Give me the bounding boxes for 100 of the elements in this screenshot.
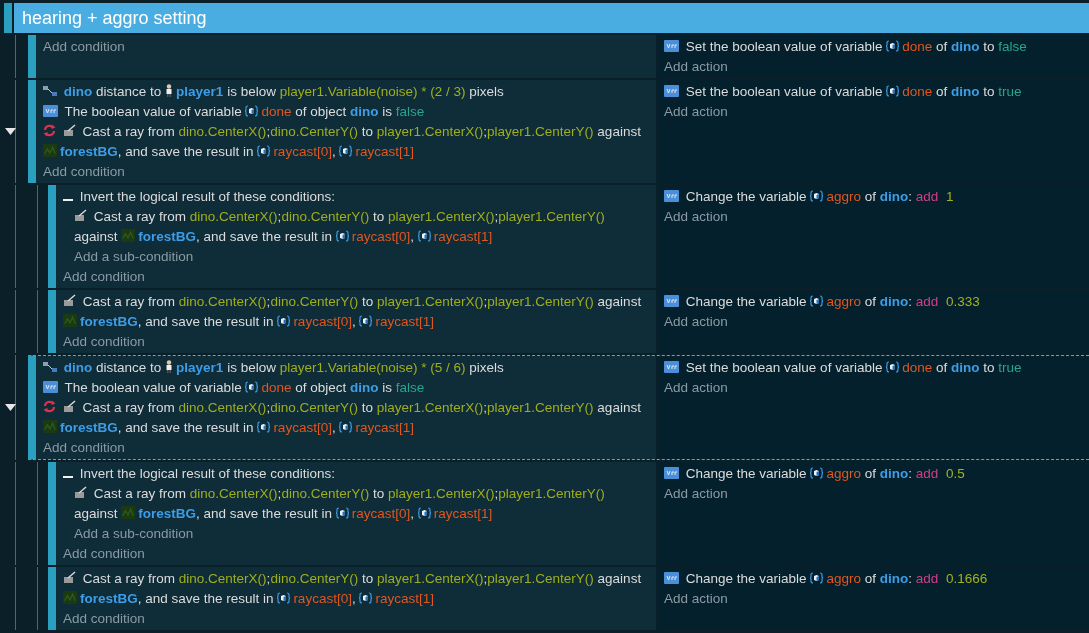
expression[interactable]: player1.CenterY() [487,571,594,586]
variable-icon [245,381,259,393]
variable-name[interactable]: raycast[0] [273,144,332,159]
value-text[interactable]: false [998,39,1027,54]
variable-name[interactable]: done [902,39,933,54]
expression[interactable]: dino.CenterX() [178,124,267,139]
expression[interactable]: dino.CenterY() [281,486,370,501]
expression[interactable]: player1.CenterY() [487,400,594,415]
variable-name[interactable]: raycast[0] [293,591,352,606]
expression[interactable]: dino.CenterX() [178,571,267,586]
variable-name[interactable]: raycast[0] [293,314,352,329]
expression[interactable]: 0.333 [946,294,980,309]
expression[interactable]: player1.Variable(noise) * (5 / 6) [279,360,466,375]
add-condition-button[interactable]: Add condition [63,332,145,352]
object-name[interactable]: forestBG [80,314,138,329]
add-condition-button[interactable]: Add condition [43,162,125,182]
add-action-button[interactable]: Add action [664,207,728,227]
variable-name[interactable]: raycast[1] [433,229,493,244]
event-block[interactable] [28,80,1089,183]
operator-text[interactable]: add [915,189,939,204]
expression[interactable]: player1.CenterX() [376,294,484,309]
event-block[interactable] [48,290,1089,353]
object-name[interactable]: forestBG [80,591,138,606]
event-block[interactable] [48,185,1089,288]
expression[interactable]: dino.CenterX() [189,209,278,224]
value-text[interactable]: true [998,360,1022,375]
add-sub-condition-button[interactable]: Add a sub-condition [74,524,194,544]
add-condition-button[interactable]: Add condition [43,37,125,57]
expression[interactable]: dino.CenterY() [281,209,370,224]
variable-name[interactable]: raycast[1] [433,506,493,521]
expression[interactable]: dino.CenterY() [270,400,358,415]
add-condition-button[interactable]: Add condition [43,438,125,458]
add-condition-button[interactable]: Add condition [63,544,145,564]
object-name[interactable]: forestBG [60,144,118,159]
condition-text: against [597,124,641,139]
variable-name[interactable]: raycast[0] [273,420,332,435]
dash-icon [63,199,73,202]
operator-text[interactable]: add [915,466,939,481]
expression[interactable]: player1.CenterX() [387,486,495,501]
expression[interactable]: player1.CenterX() [376,571,484,586]
object-name[interactable]: dino [350,380,379,395]
event-block[interactable] [48,462,1089,565]
variable-name[interactable]: aggro [826,466,861,481]
variable-name[interactable]: aggro [826,294,861,309]
add-action-button[interactable]: Add action [664,589,728,609]
object-name[interactable]: forestBG [60,420,118,435]
variable-name[interactable]: raycast[1] [355,420,414,435]
variable-name[interactable]: aggro [826,189,861,204]
expression[interactable]: dino.CenterX() [189,486,278,501]
expression[interactable]: player1.Variable(noise) * (2 / 3) [279,84,466,99]
object-name[interactable]: player1 [176,84,224,99]
expression[interactable]: player1.CenterY() [487,294,594,309]
variable-name[interactable]: done [902,360,933,375]
operator-text[interactable]: add [915,294,939,309]
event-block[interactable] [28,355,1089,460]
add-action-button[interactable]: Add action [664,484,728,504]
group-handle[interactable] [4,3,12,33]
variable-name[interactable]: raycast[1] [375,314,434,329]
object-name[interactable]: dino [951,84,980,99]
variable-icon [277,592,291,604]
expression[interactable]: dino.CenterY() [270,294,359,309]
object-name[interactable]: dino [350,104,379,119]
variable-name[interactable]: raycast[1] [355,144,414,159]
action-text: Change the variable [685,466,807,481]
value-text[interactable]: true [998,84,1022,99]
variable-name[interactable]: done [902,84,933,99]
collapse-triangle-icon[interactable] [5,404,16,411]
expression[interactable]: 0.5 [946,466,965,481]
object-name[interactable]: dino [63,84,93,99]
expression[interactable]: 0.1666 [946,571,988,586]
object-name[interactable]: dino [951,360,980,375]
add-condition-button[interactable]: Add condition [63,609,145,629]
add-action-button[interactable]: Add action [664,57,728,77]
variable-name[interactable]: done [261,380,292,395]
expression[interactable]: player1.CenterY() [498,486,605,501]
expression[interactable]: player1.CenterY() [498,209,605,224]
variable-name[interactable]: done [261,104,292,119]
expression[interactable]: dino.CenterX() [178,294,267,309]
expression[interactable]: player1.CenterX() [387,209,495,224]
expression[interactable]: player1.CenterY() [487,124,594,139]
variable-name[interactable]: raycast[1] [375,591,434,606]
tile-image-icon [121,229,136,242]
add-action-button[interactable]: Add action [664,102,728,122]
value-text[interactable]: false [395,380,425,395]
add-sub-condition-button[interactable]: Add a sub-condition [74,247,194,267]
expression[interactable]: dino.CenterY() [270,124,358,139]
add-action-button[interactable]: Add action [664,378,728,398]
expression[interactable]: dino.CenterY() [270,571,359,586]
collapse-triangle-icon[interactable] [5,128,16,135]
object-name[interactable]: dino [951,39,980,54]
expression[interactable]: dino.CenterX() [178,400,267,415]
add-condition-button[interactable]: Add condition [63,267,145,287]
expression[interactable]: 1 [946,189,954,204]
value-text[interactable]: false [395,104,425,119]
event-block[interactable] [48,567,1089,630]
object-name[interactable]: player1 [176,360,224,375]
add-action-button[interactable]: Add action [664,312,728,332]
object-name[interactable]: dino [63,360,93,375]
variable-name[interactable]: aggro [826,571,861,586]
operator-text[interactable]: add [915,571,939,586]
